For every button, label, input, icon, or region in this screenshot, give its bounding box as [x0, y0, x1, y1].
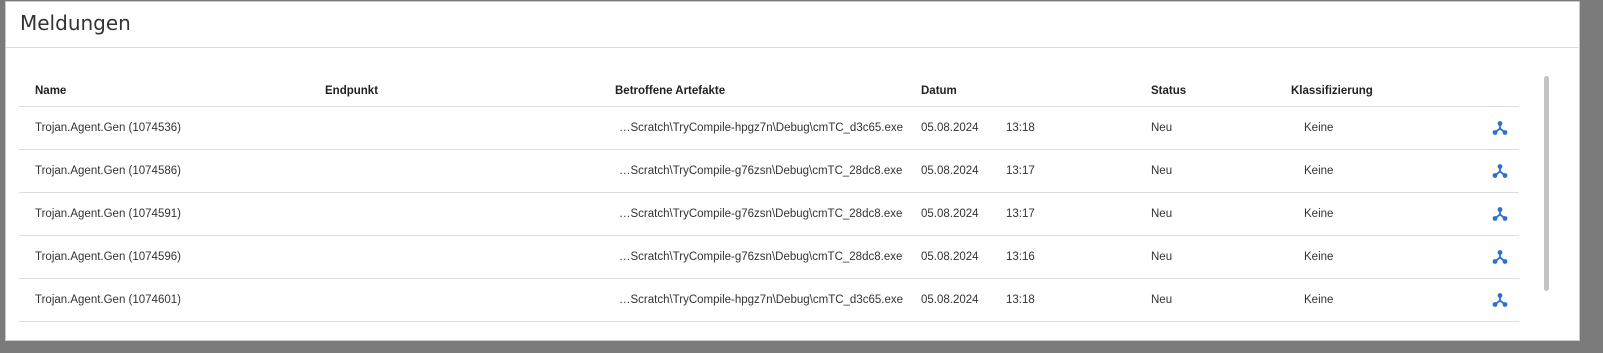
column-header-status[interactable]: Status: [1151, 76, 1186, 106]
vertical-scrollbar[interactable]: [1544, 76, 1550, 291]
alert-name: Trojan.Agent.Gen (1074586): [35, 165, 181, 177]
alert-classification: Keine: [1304, 294, 1334, 306]
alert-name: Trojan.Agent.Gen (1074536): [35, 122, 181, 134]
alert-classification: Keine: [1304, 208, 1334, 220]
alerts-table: Name Endpunkt Betroffene Artefakte Datum…: [19, 76, 1519, 322]
alert-name: Trojan.Agent.Gen (1074591): [35, 208, 181, 220]
alert-classification: Keine: [1304, 122, 1334, 134]
column-header-artifact[interactable]: Betroffene Artefakte: [615, 76, 725, 106]
alert-date: 05.08.2024: [921, 294, 979, 306]
alert-date: 05.08.2024: [921, 122, 979, 134]
alert-artifact: …Scratch\TryCompile-g76zsn\Debug\cmTC_28…: [619, 208, 903, 220]
alert-artifact: …Scratch\TryCompile-g76zsn\Debug\cmTC_28…: [619, 165, 903, 177]
alert-artifact: …Scratch\TryCompile-g76zsn\Debug\cmTC_28…: [619, 251, 903, 263]
network-graph-icon[interactable]: [1492, 292, 1508, 308]
alert-artifact: …Scratch\TryCompile-hpgz7n\Debug\cmTC_d3…: [619, 122, 904, 134]
alert-time: 13:18: [1006, 122, 1035, 134]
alert-name: Trojan.Agent.Gen (1074596): [35, 251, 181, 263]
table-header-row: Name Endpunkt Betroffene Artefakte Datum…: [19, 76, 1519, 107]
network-graph-icon[interactable]: [1492, 249, 1508, 265]
alerts-panel: Meldungen Name Endpunkt Betroffene Artef…: [5, 1, 1580, 341]
column-header-date[interactable]: Datum: [921, 76, 957, 106]
alert-classification: Keine: [1304, 251, 1334, 263]
alert-artifact: …Scratch\TryCompile-hpgz7n\Debug\cmTC_d3…: [619, 294, 904, 306]
page-title: Meldungen: [20, 11, 131, 35]
alert-time: 13:17: [1006, 165, 1035, 177]
table-row[interactable]: Trojan.Agent.Gen (1074536) …Scratch\TryC…: [19, 107, 1519, 150]
alert-status: Neu: [1151, 208, 1173, 220]
alert-classification: Keine: [1304, 165, 1334, 177]
network-graph-icon[interactable]: [1492, 206, 1508, 222]
column-header-name[interactable]: Name: [35, 76, 66, 106]
alert-date: 05.08.2024: [921, 208, 979, 220]
alert-time: 13:17: [1006, 208, 1035, 220]
network-graph-icon[interactable]: [1492, 163, 1508, 179]
alert-status: Neu: [1151, 294, 1173, 306]
alert-status: Neu: [1151, 165, 1173, 177]
scrollbar-thumb[interactable]: [1544, 76, 1549, 291]
alert-date: 05.08.2024: [921, 165, 979, 177]
column-header-endpoint[interactable]: Endpunkt: [325, 76, 378, 106]
column-header-classification[interactable]: Klassifizierung: [1291, 76, 1373, 106]
alert-status: Neu: [1151, 251, 1173, 263]
table-row[interactable]: Trojan.Agent.Gen (1074591) …Scratch\TryC…: [19, 193, 1519, 236]
alert-time: 13:18: [1006, 294, 1035, 306]
panel-header: Meldungen: [6, 2, 1579, 48]
alert-time: 13:16: [1006, 251, 1035, 263]
alert-name: Trojan.Agent.Gen (1074601): [35, 294, 181, 306]
table-row[interactable]: Trojan.Agent.Gen (1074586) …Scratch\TryC…: [19, 150, 1519, 193]
alert-date: 05.08.2024: [921, 251, 979, 263]
table-row[interactable]: Trojan.Agent.Gen (1074601) …Scratch\TryC…: [19, 279, 1519, 322]
table-row[interactable]: Trojan.Agent.Gen (1074596) …Scratch\TryC…: [19, 236, 1519, 279]
network-graph-icon[interactable]: [1492, 120, 1508, 136]
alert-status: Neu: [1151, 122, 1173, 134]
